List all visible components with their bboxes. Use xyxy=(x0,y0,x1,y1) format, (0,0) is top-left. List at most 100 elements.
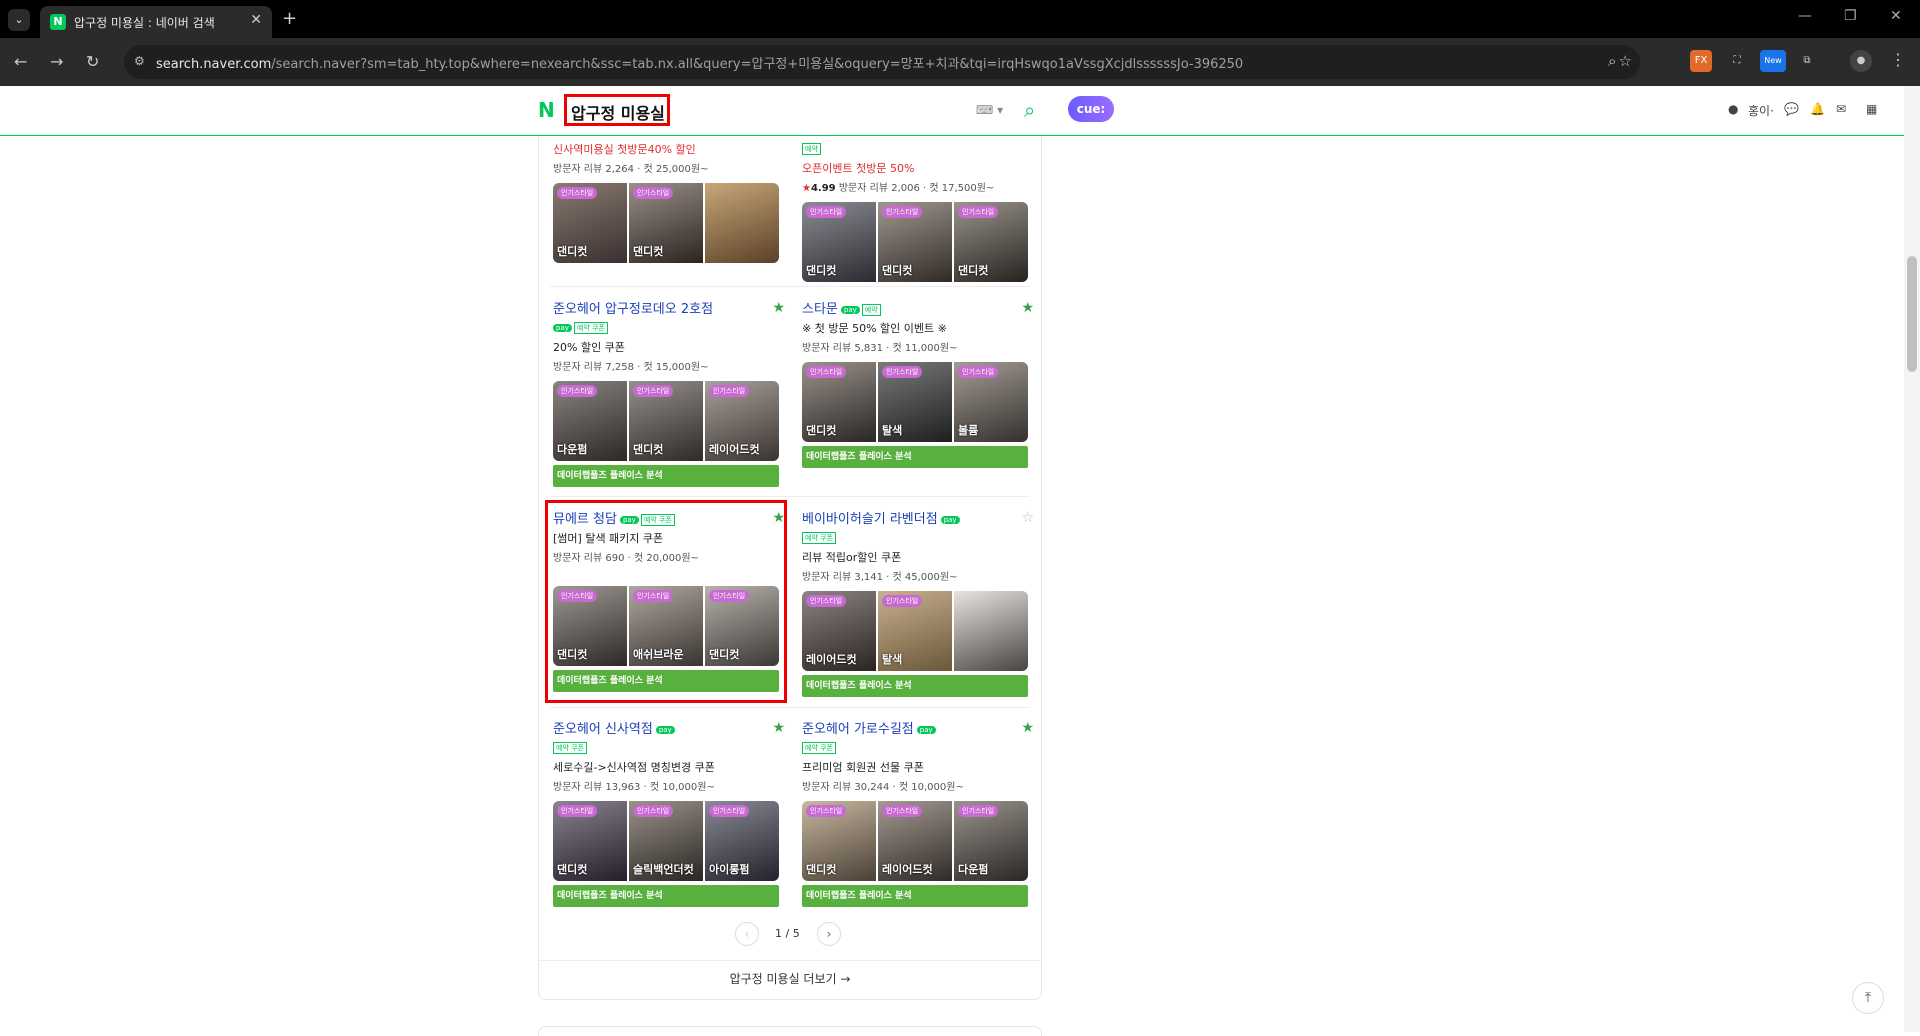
popular-style-badge: 인기스타일 xyxy=(958,805,999,817)
style-label: 댄디컷 xyxy=(806,264,837,277)
save-star-icon[interactable]: ☆ xyxy=(1021,510,1034,526)
notification-icon[interactable]: 🔔 xyxy=(1810,102,1825,116)
place-card[interactable]: 예약 오픈이벤트 첫방문 50% ★4.99 방문자 리뷰 2,006 · 컷 … xyxy=(802,138,1034,282)
style-thumbnail[interactable]: 인기스타일 다운펌 xyxy=(553,381,627,461)
more-results-link[interactable]: 압구정 미용실 더보기 → xyxy=(539,960,1041,996)
style-thumbnail[interactable]: 인기스타일 댄디컷 xyxy=(553,801,627,881)
place-card[interactable]: 스타문 pay 예약 ★ ※ 첫 방문 50% 할인 이벤트 ※ 방문자 리뷰 5,… xyxy=(802,298,1034,468)
style-thumbnail[interactable]: 인기스타일 레이어드컷 xyxy=(802,591,876,671)
close-window-icon[interactable]: ✕ xyxy=(1890,8,1902,24)
style-thumbnail[interactable]: 인기스타일 아이롱펌 xyxy=(705,801,779,881)
review-stats: 방문자 리뷰 5,831 · 컷 11,000원~ xyxy=(802,343,958,354)
keyboard-icon[interactable]: ⌨ ▾ xyxy=(976,103,1003,117)
place-card[interactable]: 신사역미용실 첫방문40% 할인 방문자 리뷰 2,264 · 컷 25,000… xyxy=(553,138,785,263)
style-label: 다운펌 xyxy=(958,863,989,876)
place-title[interactable]: 베이바이허슬기 라벤더점 pay xyxy=(802,508,1034,527)
bookmark-star-icon[interactable]: ☆ xyxy=(1619,52,1632,70)
user-avatar[interactable]: ● xyxy=(1728,102,1738,116)
place-title[interactable]: 준오헤어 가로수길점 pay xyxy=(802,718,1034,737)
pagination: ‹ 1 / 5 › xyxy=(735,922,845,946)
tab-close-icon[interactable]: ✕ xyxy=(250,12,262,28)
site-info-icon[interactable]: ⚙ xyxy=(134,54,150,70)
style-thumbnail[interactable]: 인기스타일 댄디컷 xyxy=(954,202,1028,282)
extensions-puzzle-icon[interactable]: ⧉ xyxy=(1796,50,1818,72)
npay-badge: pay xyxy=(655,726,675,734)
next-section-panel xyxy=(538,1026,1042,1036)
search-input[interactable]: 압구정 미용실 xyxy=(564,94,670,126)
style-thumbnail[interactable]: 인기스타일 탈색 xyxy=(878,362,952,442)
place-title[interactable]: 스타문 pay 예약 xyxy=(802,298,1034,317)
place-card[interactable]: 준오헤어 가로수길점 pay ★ 예약 쿠폰 프리미엄 회원권 선물 쿠폰 방문자… xyxy=(802,718,1034,907)
place-card[interactable]: 준오헤어 신사역점 pay ★ 예약 쿠폰 세로수길->신사역점 명칭변경 쿠폰 … xyxy=(553,718,785,907)
place-title[interactable]: 준오헤어 압구정로데오 2호점 xyxy=(553,298,785,317)
style-thumbnail[interactable]: 인기스타일 댄디컷 xyxy=(802,362,876,442)
next-page-button[interactable]: › xyxy=(817,922,841,946)
place-badges: 예약 쿠폰 xyxy=(802,531,836,544)
datalab-analysis-button[interactable]: 데이터랩플즈 플레이스 분석 xyxy=(802,675,1028,697)
save-star-icon[interactable]: ★ xyxy=(772,300,785,316)
style-label: 레이어드컷 xyxy=(806,653,857,666)
extension-new-icon[interactable]: New xyxy=(1760,50,1786,72)
style-label: 슬릭백언더컷 xyxy=(633,863,694,876)
talk-icon[interactable]: 💬 xyxy=(1784,102,1799,116)
place-card[interactable]: 베이바이허슬기 라벤더점 pay ☆ 예약 쿠폰 리뷰 적립or할인 쿠폰 방문자… xyxy=(802,508,1034,697)
mail-icon[interactable]: ✉ xyxy=(1836,102,1846,116)
minimize-icon[interactable]: — xyxy=(1798,8,1812,24)
save-star-icon[interactable]: ★ xyxy=(1021,300,1034,316)
style-thumbnail[interactable] xyxy=(954,591,1028,671)
profile-avatar-icon[interactable]: ● xyxy=(1850,50,1872,72)
style-thumbnail[interactable]: 인기스타일 댄디컷 xyxy=(629,381,703,461)
style-thumbnail[interactable]: 인기스타일 댄디컷 xyxy=(878,202,952,282)
browser-tab[interactable]: N 압구정 미용실 : 네이버 검색 ✕ xyxy=(40,6,272,38)
screenshot-icon[interactable]: ⛶ xyxy=(1726,50,1748,72)
style-thumbnail[interactable]: 인기스타일 레이어드컷 xyxy=(705,381,779,461)
save-star-icon[interactable]: ★ xyxy=(1021,720,1034,736)
popular-style-badge: 인기스타일 xyxy=(557,385,598,397)
url-text[interactable]: search.naver.com/search.naver?sm=tab_hty… xyxy=(156,53,1243,72)
style-thumbnail[interactable]: 인기스타일 볼륨 xyxy=(954,362,1028,442)
tab-search-button[interactable]: ⌄ xyxy=(8,9,30,31)
promo-text: ※ 첫 방문 50% 할인 이벤트 ※ xyxy=(802,322,947,335)
address-bar[interactable]: ⚙ search.naver.com/search.naver?sm=tab_h… xyxy=(124,45,1640,79)
user-name[interactable]: 홍이· xyxy=(1748,102,1774,119)
salon-photo[interactable] xyxy=(705,183,779,263)
style-thumbnail[interactable]: 인기스타일 레이어드컷 xyxy=(878,801,952,881)
prev-page-button[interactable]: ‹ xyxy=(735,922,759,946)
cue-button[interactable]: cue: xyxy=(1068,96,1114,122)
popular-style-badge: 인기스타일 xyxy=(557,805,598,817)
datalab-analysis-button[interactable]: 데이터랩플즈 플레이스 분석 xyxy=(553,465,779,487)
extension-fx-icon[interactable]: FX xyxy=(1690,50,1712,72)
style-thumbnail[interactable]: 인기스타일 댄디컷 xyxy=(802,202,876,282)
style-thumbnail[interactable]: 인기스타일 댄디컷 xyxy=(802,801,876,881)
place-title[interactable]: 준오헤어 신사역점 pay xyxy=(553,718,785,737)
datalab-analysis-button[interactable]: 데이터랩플즈 플레이스 분석 xyxy=(553,885,779,907)
style-thumbnail[interactable]: 인기스타일 댄디컷 xyxy=(629,183,703,263)
naver-header: N 압구정 미용실 ⌨ ▾ ⌕ cue: ● 홍이· 💬 🔔 ✉ ▦ xyxy=(0,86,1904,136)
style-thumbnail[interactable]: 인기스타일 탈색 xyxy=(878,591,952,671)
new-tab-button[interactable]: + xyxy=(282,8,297,29)
back-icon[interactable]: ← xyxy=(14,52,27,71)
page-scrollbar[interactable] xyxy=(1904,86,1920,1032)
restore-icon[interactable]: ❐ xyxy=(1844,8,1857,24)
promo-text: 오픈이벤트 첫방문 50% xyxy=(802,162,915,175)
datalab-analysis-button[interactable]: 데이터랩플즈 플레이스 분석 xyxy=(802,885,1028,907)
search-icon[interactable]: ⌕ xyxy=(1024,98,1035,122)
style-thumbnail[interactable]: 인기스타일 다운펌 xyxy=(954,801,1028,881)
naver-logo[interactable]: N xyxy=(538,100,556,120)
save-star-icon[interactable]: ★ xyxy=(772,720,785,736)
review-stats: 방문자 리뷰 3,141 · 컷 45,000원~ xyxy=(802,572,958,583)
place-badges: 예약 쿠폰 xyxy=(553,741,587,754)
zoom-icon[interactable]: ⌕ xyxy=(1608,52,1616,70)
style-label: 볼륨 xyxy=(958,424,979,437)
scrollbar-thumb[interactable] xyxy=(1907,256,1917,372)
datalab-analysis-button[interactable]: 데이터랩플즈 플레이스 분석 xyxy=(802,446,1028,468)
scroll-to-top-button[interactable]: ⤒ xyxy=(1852,982,1884,1014)
apps-grid-icon[interactable]: ▦ xyxy=(1866,102,1877,116)
forward-icon[interactable]: → xyxy=(50,52,63,71)
style-thumbnail[interactable]: 인기스타일 댄디컷 xyxy=(553,183,627,263)
style-thumbnail[interactable]: 인기스타일 슬릭백언더컷 xyxy=(629,801,703,881)
place-card[interactable]: 준오헤어 압구정로데오 2호점 ★ pay 예약 쿠폰 20% 할인 쿠폰 방문자… xyxy=(553,298,785,487)
reload-icon[interactable]: ↻ xyxy=(86,52,99,71)
browser-menu-icon[interactable]: ⋮ xyxy=(1890,50,1906,69)
rating-star-icon: ★ xyxy=(802,183,811,194)
